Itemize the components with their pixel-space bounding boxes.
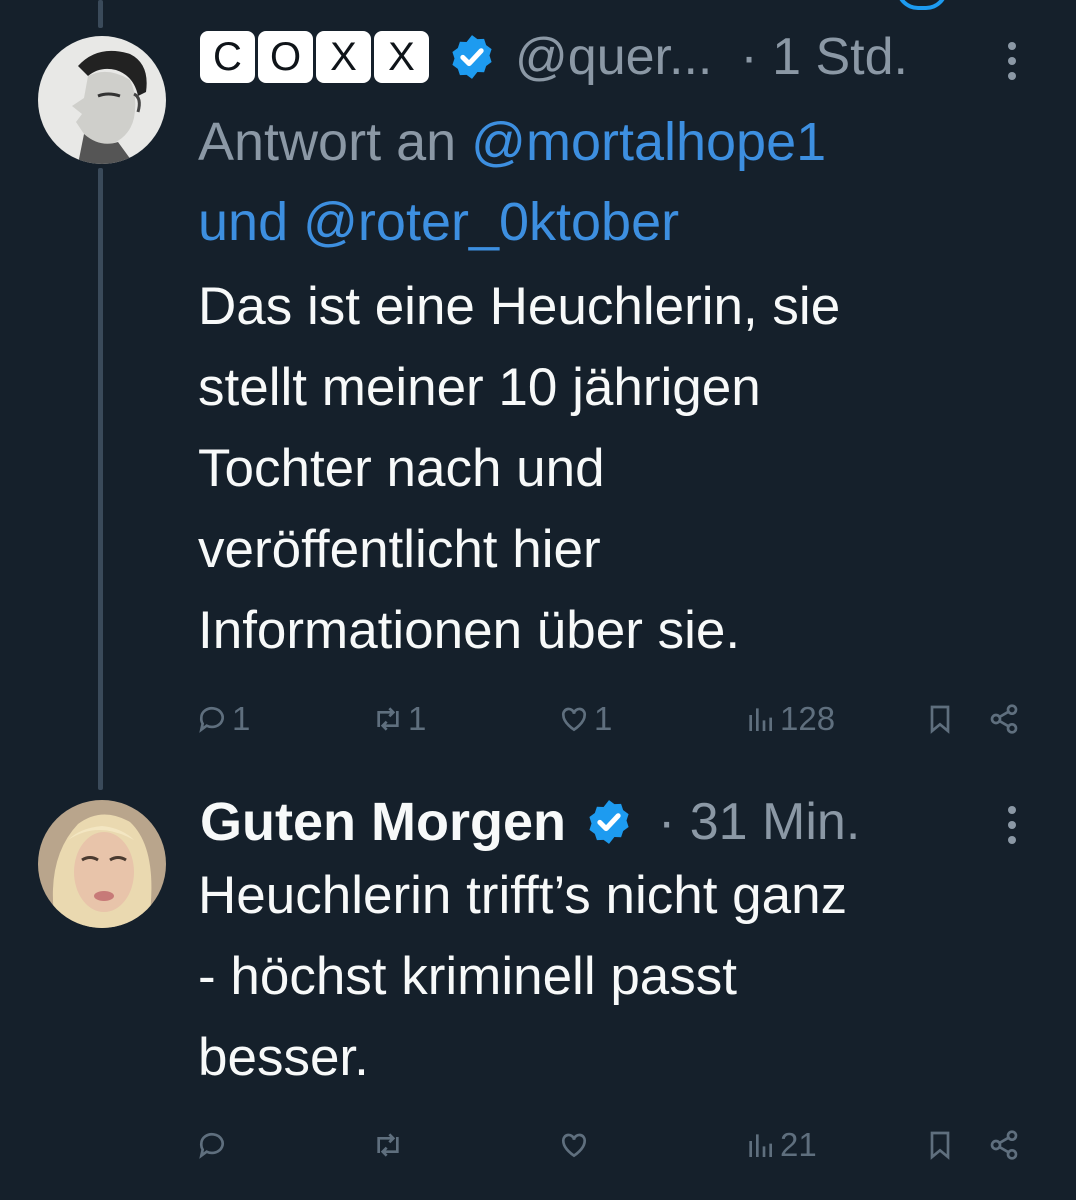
tweet-actions: 21 [196,1123,1026,1167]
tweet-actions: 1 1 1 128 [196,697,1026,741]
reply-count: 1 [232,700,251,737]
like-icon [561,1133,587,1158]
reply-prefix: Antwort an [198,112,472,172]
share-button[interactable] [988,697,1020,741]
thread-line [98,0,103,28]
like-button[interactable] [558,1123,590,1167]
tweet-text: Das ist eine Heuchlerin, sie stellt mein… [198,277,841,660]
share-icon [990,1130,1018,1160]
display-name[interactable]: Guten Morgen [200,791,566,853]
views-button[interactable]: 21 [744,1123,817,1167]
tweet-text: Heuchlerin trifft’s nicht ganz - höchst … [198,866,848,1087]
verified-badge-icon [589,800,629,844]
bookmark-button[interactable] [924,697,956,741]
name-box: O [258,31,313,83]
avatar[interactable] [38,800,166,928]
reply-button[interactable]: 1 [196,697,250,741]
reply-icon [199,706,224,733]
more-icon[interactable] [1005,42,1019,80]
mention-link[interactable]: @roter_0ktober [303,192,679,252]
tweet-header: C O X X @quer... · 1 Std. [200,27,908,87]
reply-context: Antwort an @mortalhope1 und @roter_0ktob… [198,102,1018,262]
bookmark-icon [930,705,950,734]
retweet-icon [377,707,399,731]
views-icon [749,708,772,731]
reply-button[interactable] [196,1123,228,1167]
avatar-edge [896,0,948,10]
retweet-button[interactable] [372,1123,404,1167]
reply-icon [199,1132,224,1159]
verified-badge-icon [452,35,492,79]
share-button[interactable] [988,1123,1020,1167]
thread-connector [98,168,103,790]
bookmark-icon [930,1131,950,1160]
views-button[interactable]: 128 [744,697,835,741]
more-icon[interactable] [1005,806,1019,844]
retweet-count: 1 [408,700,427,737]
tweet-header: Guten Morgen · 31 Min. [200,792,860,852]
timestamp[interactable]: · 1 Std. [740,27,908,87]
like-count: 1 [594,700,613,737]
user-handle[interactable]: @quer... [515,27,712,87]
retweet-icon [377,1133,399,1157]
avatar[interactable] [38,36,166,164]
like-button[interactable]: 1 [558,697,612,741]
view-count: 128 [780,700,836,737]
retweet-button[interactable]: 1 [372,697,426,741]
reply-join: und [198,192,304,252]
like-icon [561,707,587,732]
display-name[interactable]: C O X X [200,31,429,83]
views-icon [749,1134,772,1157]
timestamp[interactable]: · 31 Min. [658,792,860,852]
name-box: X [374,31,429,83]
share-icon [990,704,1018,734]
view-count: 21 [780,1126,817,1163]
name-box: X [316,31,371,83]
bookmark-button[interactable] [924,1123,956,1167]
name-box: C [200,31,255,83]
mention-link[interactable]: @mortalhope1 [471,112,826,172]
